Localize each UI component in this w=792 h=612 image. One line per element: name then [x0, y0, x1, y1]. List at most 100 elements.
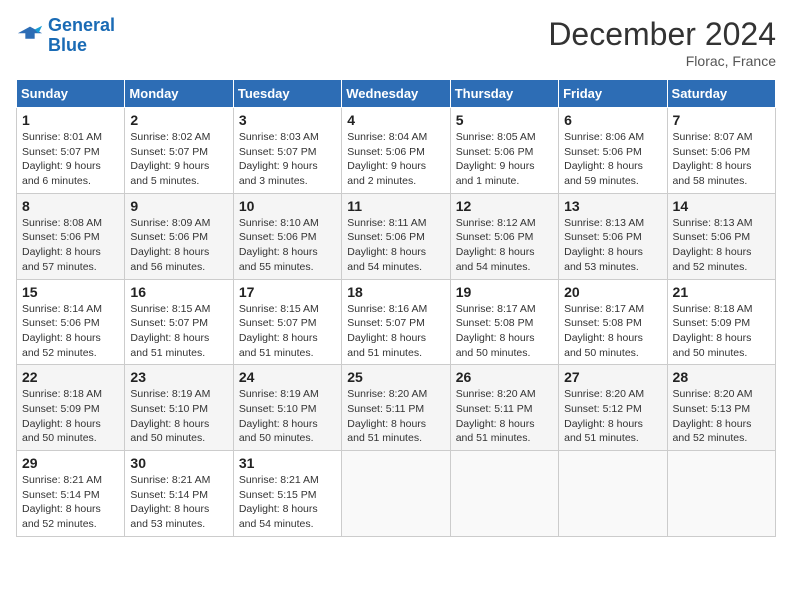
calendar-cell — [667, 451, 775, 537]
calendar-cell: 8 Sunrise: 8:08 AM Sunset: 5:06 PM Dayli… — [17, 193, 125, 279]
day-number: 5 — [456, 112, 553, 128]
logo: General Blue — [16, 16, 115, 56]
calendar-week-row: 1 Sunrise: 8:01 AM Sunset: 5:07 PM Dayli… — [17, 108, 776, 194]
weekday-header: Thursday — [450, 80, 558, 108]
day-number: 20 — [564, 284, 661, 300]
day-number: 24 — [239, 369, 336, 385]
title-area: December 2024 Florac, France — [548, 16, 776, 69]
day-info: Sunrise: 8:09 AM Sunset: 5:06 PM Dayligh… — [130, 216, 227, 275]
day-info: Sunrise: 8:17 AM Sunset: 5:08 PM Dayligh… — [456, 302, 553, 361]
day-number: 17 — [239, 284, 336, 300]
day-number: 21 — [673, 284, 770, 300]
day-info: Sunrise: 8:20 AM Sunset: 5:11 PM Dayligh… — [456, 387, 553, 446]
day-number: 30 — [130, 455, 227, 471]
weekday-header: Wednesday — [342, 80, 450, 108]
day-number: 14 — [673, 198, 770, 214]
day-number: 12 — [456, 198, 553, 214]
day-number: 7 — [673, 112, 770, 128]
day-number: 26 — [456, 369, 553, 385]
day-info: Sunrise: 8:17 AM Sunset: 5:08 PM Dayligh… — [564, 302, 661, 361]
calendar-cell: 12 Sunrise: 8:12 AM Sunset: 5:06 PM Dayl… — [450, 193, 558, 279]
day-number: 10 — [239, 198, 336, 214]
day-number: 11 — [347, 198, 444, 214]
day-info: Sunrise: 8:15 AM Sunset: 5:07 PM Dayligh… — [239, 302, 336, 361]
day-info: Sunrise: 8:18 AM Sunset: 5:09 PM Dayligh… — [673, 302, 770, 361]
day-number: 13 — [564, 198, 661, 214]
weekday-header: Tuesday — [233, 80, 341, 108]
calendar-week-row: 29 Sunrise: 8:21 AM Sunset: 5:14 PM Dayl… — [17, 451, 776, 537]
calendar-cell: 10 Sunrise: 8:10 AM Sunset: 5:06 PM Dayl… — [233, 193, 341, 279]
calendar-cell: 5 Sunrise: 8:05 AM Sunset: 5:06 PM Dayli… — [450, 108, 558, 194]
weekday-header: Sunday — [17, 80, 125, 108]
day-info: Sunrise: 8:13 AM Sunset: 5:06 PM Dayligh… — [564, 216, 661, 275]
day-number: 22 — [22, 369, 119, 385]
day-info: Sunrise: 8:16 AM Sunset: 5:07 PM Dayligh… — [347, 302, 444, 361]
day-info: Sunrise: 8:12 AM Sunset: 5:06 PM Dayligh… — [456, 216, 553, 275]
calendar-week-row: 22 Sunrise: 8:18 AM Sunset: 5:09 PM Dayl… — [17, 365, 776, 451]
calendar-cell: 21 Sunrise: 8:18 AM Sunset: 5:09 PM Dayl… — [667, 279, 775, 365]
day-number: 3 — [239, 112, 336, 128]
day-info: Sunrise: 8:20 AM Sunset: 5:11 PM Dayligh… — [347, 387, 444, 446]
calendar-cell: 30 Sunrise: 8:21 AM Sunset: 5:14 PM Dayl… — [125, 451, 233, 537]
day-info: Sunrise: 8:13 AM Sunset: 5:06 PM Dayligh… — [673, 216, 770, 275]
calendar-cell: 17 Sunrise: 8:15 AM Sunset: 5:07 PM Dayl… — [233, 279, 341, 365]
calendar-header-row: SundayMondayTuesdayWednesdayThursdayFrid… — [17, 80, 776, 108]
calendar-cell: 2 Sunrise: 8:02 AM Sunset: 5:07 PM Dayli… — [125, 108, 233, 194]
day-number: 27 — [564, 369, 661, 385]
day-info: Sunrise: 8:19 AM Sunset: 5:10 PM Dayligh… — [239, 387, 336, 446]
day-number: 15 — [22, 284, 119, 300]
calendar-table: SundayMondayTuesdayWednesdayThursdayFrid… — [16, 79, 776, 537]
day-number: 18 — [347, 284, 444, 300]
weekday-header: Monday — [125, 80, 233, 108]
calendar-cell: 25 Sunrise: 8:20 AM Sunset: 5:11 PM Dayl… — [342, 365, 450, 451]
day-info: Sunrise: 8:04 AM Sunset: 5:06 PM Dayligh… — [347, 130, 444, 189]
calendar-cell — [450, 451, 558, 537]
day-info: Sunrise: 8:02 AM Sunset: 5:07 PM Dayligh… — [130, 130, 227, 189]
location: Florac, France — [548, 53, 776, 69]
day-number: 23 — [130, 369, 227, 385]
calendar-cell: 6 Sunrise: 8:06 AM Sunset: 5:06 PM Dayli… — [559, 108, 667, 194]
day-number: 1 — [22, 112, 119, 128]
day-info: Sunrise: 8:21 AM Sunset: 5:14 PM Dayligh… — [22, 473, 119, 532]
calendar-cell — [559, 451, 667, 537]
day-info: Sunrise: 8:18 AM Sunset: 5:09 PM Dayligh… — [22, 387, 119, 446]
day-info: Sunrise: 8:08 AM Sunset: 5:06 PM Dayligh… — [22, 216, 119, 275]
calendar-week-row: 15 Sunrise: 8:14 AM Sunset: 5:06 PM Dayl… — [17, 279, 776, 365]
calendar-cell: 24 Sunrise: 8:19 AM Sunset: 5:10 PM Dayl… — [233, 365, 341, 451]
weekday-header: Saturday — [667, 80, 775, 108]
day-number: 31 — [239, 455, 336, 471]
calendar-cell: 18 Sunrise: 8:16 AM Sunset: 5:07 PM Dayl… — [342, 279, 450, 365]
calendar-cell: 3 Sunrise: 8:03 AM Sunset: 5:07 PM Dayli… — [233, 108, 341, 194]
calendar-week-row: 8 Sunrise: 8:08 AM Sunset: 5:06 PM Dayli… — [17, 193, 776, 279]
logo-text: General — [48, 16, 115, 36]
calendar-cell: 13 Sunrise: 8:13 AM Sunset: 5:06 PM Dayl… — [559, 193, 667, 279]
day-info: Sunrise: 8:19 AM Sunset: 5:10 PM Dayligh… — [130, 387, 227, 446]
day-number: 6 — [564, 112, 661, 128]
calendar-cell: 28 Sunrise: 8:20 AM Sunset: 5:13 PM Dayl… — [667, 365, 775, 451]
weekday-header: Friday — [559, 80, 667, 108]
day-info: Sunrise: 8:20 AM Sunset: 5:13 PM Dayligh… — [673, 387, 770, 446]
calendar-cell: 15 Sunrise: 8:14 AM Sunset: 5:06 PM Dayl… — [17, 279, 125, 365]
calendar-cell: 31 Sunrise: 8:21 AM Sunset: 5:15 PM Dayl… — [233, 451, 341, 537]
day-number: 25 — [347, 369, 444, 385]
day-number: 4 — [347, 112, 444, 128]
logo-text-blue: Blue — [48, 36, 115, 56]
day-number: 28 — [673, 369, 770, 385]
day-info: Sunrise: 8:01 AM Sunset: 5:07 PM Dayligh… — [22, 130, 119, 189]
calendar-cell: 16 Sunrise: 8:15 AM Sunset: 5:07 PM Dayl… — [125, 279, 233, 365]
day-info: Sunrise: 8:07 AM Sunset: 5:06 PM Dayligh… — [673, 130, 770, 189]
day-info: Sunrise: 8:15 AM Sunset: 5:07 PM Dayligh… — [130, 302, 227, 361]
calendar-cell: 20 Sunrise: 8:17 AM Sunset: 5:08 PM Dayl… — [559, 279, 667, 365]
day-info: Sunrise: 8:21 AM Sunset: 5:15 PM Dayligh… — [239, 473, 336, 532]
calendar-cell: 27 Sunrise: 8:20 AM Sunset: 5:12 PM Dayl… — [559, 365, 667, 451]
header: General Blue December 2024 Florac, Franc… — [16, 16, 776, 69]
calendar-cell: 4 Sunrise: 8:04 AM Sunset: 5:06 PM Dayli… — [342, 108, 450, 194]
day-number: 29 — [22, 455, 119, 471]
day-info: Sunrise: 8:05 AM Sunset: 5:06 PM Dayligh… — [456, 130, 553, 189]
day-info: Sunrise: 8:20 AM Sunset: 5:12 PM Dayligh… — [564, 387, 661, 446]
calendar-cell: 19 Sunrise: 8:17 AM Sunset: 5:08 PM Dayl… — [450, 279, 558, 365]
day-info: Sunrise: 8:06 AM Sunset: 5:06 PM Dayligh… — [564, 130, 661, 189]
day-info: Sunrise: 8:21 AM Sunset: 5:14 PM Dayligh… — [130, 473, 227, 532]
day-number: 16 — [130, 284, 227, 300]
calendar-cell: 23 Sunrise: 8:19 AM Sunset: 5:10 PM Dayl… — [125, 365, 233, 451]
